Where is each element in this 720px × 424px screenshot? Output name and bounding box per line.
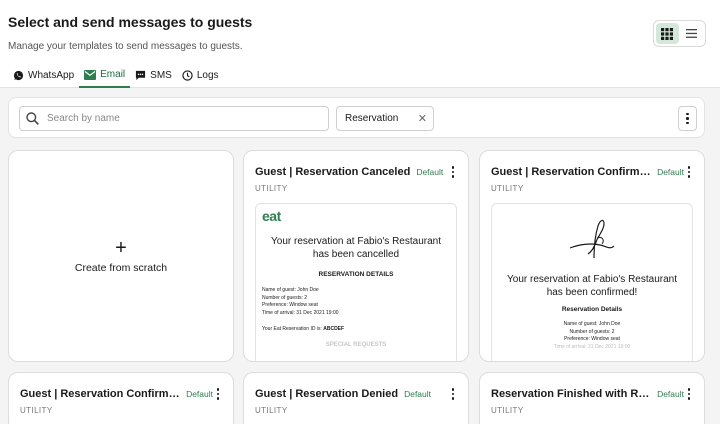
preview-reservation-id: Your Eat Reservation ID is: ABCDEF [262, 326, 345, 332]
search-input[interactable] [47, 113, 307, 124]
eat-logo: eat [262, 208, 281, 224]
preview-details-title: Reservation Details [561, 306, 623, 313]
tab-logs[interactable]: Logs [177, 63, 224, 87]
email-preview: eat Your reservation at Fabio's Restaura… [255, 203, 457, 361]
card-header: Guest | Reservation Confirmed ... Defaul… [491, 165, 694, 179]
tab-label: Email [100, 69, 126, 80]
card-category: UTILITY [20, 406, 53, 415]
grid-view-button[interactable] [656, 23, 679, 44]
card-category: UTILITY [491, 184, 524, 193]
more-vertical-icon[interactable] [684, 387, 694, 401]
channel-tabs: WhatsApp Email SMS Logs [8, 63, 224, 88]
preview-heading: Your reservation at Fabio's Restaurant [507, 274, 677, 285]
template-card[interactable]: Guest | Reservation Canceled Default UTI… [243, 150, 469, 362]
card-header: Guest | Reservation Confirmed ... Defaul… [20, 387, 223, 401]
card-header: Guest | Reservation Canceled Default [255, 165, 458, 179]
page-subtitle: Manage your templates to send messages t… [8, 41, 243, 52]
template-card[interactable]: Guest | Reservation Confirmed ... Defaul… [8, 372, 234, 424]
template-card[interactable]: Reservation Finished with Review Default… [479, 372, 705, 424]
template-card[interactable]: Guest | Reservation Confirmed ... Defaul… [479, 150, 705, 362]
mail-icon [84, 69, 97, 80]
card-title: Guest | Reservation Denied [255, 388, 399, 400]
preview-details: Name of guest: John Doe Number of guests… [262, 287, 339, 316]
create-from-scratch-card[interactable]: + Create from scratch [8, 150, 234, 362]
tab-email[interactable]: Email [79, 63, 131, 88]
default-badge: Default [657, 389, 684, 399]
more-vertical-icon[interactable] [684, 165, 694, 179]
preview-heading: has been confirmed! [546, 287, 638, 298]
view-toggle [653, 20, 706, 47]
sms-icon [136, 70, 146, 80]
close-icon[interactable]: ✕ [418, 112, 427, 125]
card-header: Guest | Reservation Denied Default [255, 387, 458, 401]
card-title: Guest | Reservation Canceled [255, 166, 411, 178]
card-title: Guest | Reservation Confirmed ... [20, 388, 181, 400]
page-header: Select and send messages to guests Manag… [0, 0, 720, 88]
card-category: UTILITY [491, 406, 524, 415]
list-view-button[interactable] [681, 23, 704, 44]
card-header: Reservation Finished with Review Default [491, 387, 694, 401]
preview-details: Name of guest: John Doe Number of guests… [553, 321, 631, 350]
tab-label: WhatsApp [28, 69, 75, 81]
card-category: UTILITY [255, 406, 288, 415]
search-icon [26, 112, 39, 125]
tab-label: Logs [196, 69, 219, 81]
more-options-button[interactable] [678, 106, 697, 131]
create-label: Create from scratch [74, 262, 168, 274]
more-vertical-icon[interactable] [213, 387, 223, 401]
more-vertical-icon [683, 112, 693, 126]
default-badge: Default [186, 389, 213, 399]
search-box [19, 106, 329, 131]
more-vertical-icon[interactable] [448, 165, 458, 179]
card-title: Reservation Finished with Review [491, 388, 652, 400]
list-icon [686, 29, 698, 38]
clock-icon [182, 69, 193, 81]
card-category: UTILITY [255, 184, 288, 193]
more-vertical-icon[interactable] [448, 387, 458, 401]
signature-logo [569, 219, 615, 259]
reservation-filter-chip[interactable]: Reservation ✕ [336, 106, 434, 131]
default-badge: Default [404, 389, 432, 399]
tab-sms[interactable]: SMS [130, 63, 177, 87]
whatsapp-icon [13, 70, 24, 80]
preview-heading: has been cancelled [312, 249, 400, 260]
template-card[interactable]: Guest | Reservation Denied Default UTILI… [243, 372, 469, 424]
default-badge: Default [416, 167, 444, 177]
preview-special-requests: SPECIAL REQUESTS [325, 342, 387, 348]
preview-heading: Your reservation at Fabio's Restaurant [271, 236, 441, 247]
filter-bar: Reservation ✕ [8, 97, 705, 138]
tab-label: SMS [150, 69, 172, 81]
chip-label: Reservation [345, 113, 399, 124]
tab-whatsapp[interactable]: WhatsApp [8, 63, 79, 87]
grid-icon [661, 27, 674, 40]
card-title: Guest | Reservation Confirmed ... [491, 166, 652, 178]
preview-details-title: RESERVATION DETAILS [318, 271, 394, 278]
email-preview: Your reservation at Fabio's Restaurant h… [491, 203, 693, 361]
page-title: Select and send messages to guests [8, 14, 253, 30]
plus-icon: + [115, 237, 127, 259]
default-badge: Default [657, 167, 684, 177]
